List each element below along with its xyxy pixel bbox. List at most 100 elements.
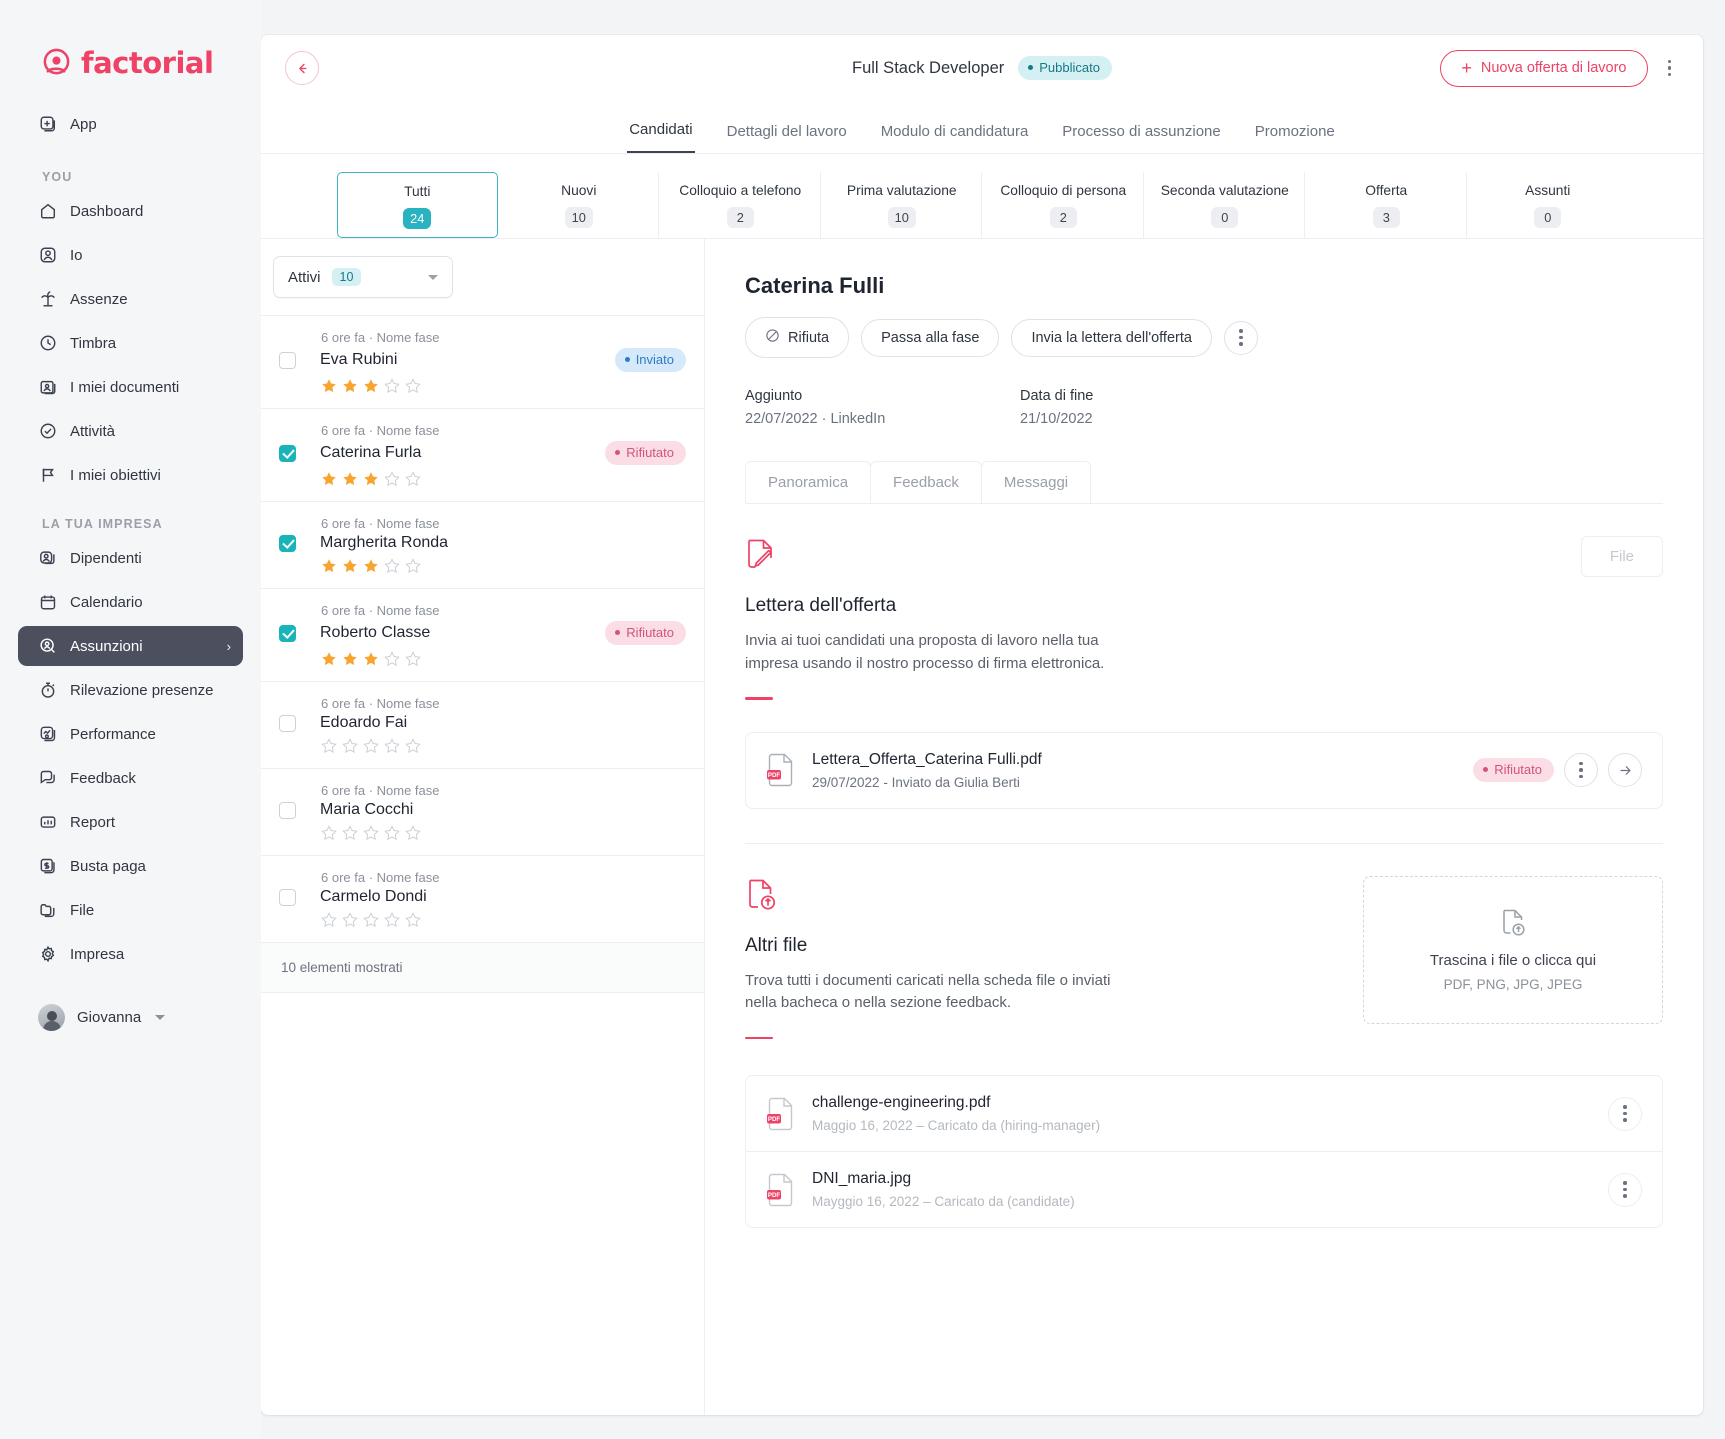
sub-tab-panoramica[interactable]: Panoramica [745,461,872,503]
sidebar-item-i-miei-obiettivi[interactable]: I miei obiettivi [18,455,243,495]
candidate-checkbox[interactable] [279,624,296,642]
sidebar-item-attivita[interactable]: Attività [18,411,243,451]
candidate-checkbox[interactable] [279,888,296,906]
sidebar-item-label: I miei obiettivi [70,466,161,484]
rating-stars[interactable] [321,912,686,928]
active-filter-select[interactable]: Attivi 10 [273,256,453,298]
file-button[interactable]: File [1580,536,1663,577]
sidebar-item-timbra[interactable]: Timbra [18,323,243,363]
sidebar-item-dashboard[interactable]: Dashboard [18,191,243,231]
star-icon [405,471,421,487]
tab-processo-di-assunzione[interactable]: Processo di assunzione [1060,123,1222,153]
sub-tab-feedback[interactable]: Feedback [870,461,982,503]
sidebar-item-assenze[interactable]: Assenze [18,279,243,319]
next-stage-button[interactable]: Passa alla fase [861,318,1000,357]
status-badge-label: Inviato [635,352,674,367]
star-icon [363,558,379,574]
candidate-name: Caterina Furla [320,444,422,461]
reject-button[interactable]: Rifiuta [745,317,850,358]
plus-icon: + [1461,57,1472,78]
stage-count: 10 [564,207,593,228]
offer-file-more-button[interactable] [1564,753,1598,787]
stage-colloquio-di-persona[interactable]: Colloquio di persona 2 [984,172,1144,238]
file-more-button[interactable] [1608,1096,1642,1131]
sidebar-item-file[interactable]: File [18,890,243,930]
offer-file-card[interactable]: PDF Lettera_Offerta_Caterina Fulli.pdf 2… [745,731,1663,809]
candidate-checkbox[interactable] [279,351,296,369]
header-more-icon[interactable] [1660,54,1680,83]
sidebar-item-busta-paga[interactable]: Busta paga [18,846,243,886]
stage-assunti[interactable]: Assunti 0 [1468,172,1627,238]
sidebar-item-calendario[interactable]: Calendario [18,582,243,622]
tab-modulo-di-candidatura[interactable]: Modulo di candidatura [879,123,1031,153]
file-dropzone[interactable]: Trascina i file o clicca qui PDF, PNG, J… [1363,875,1663,1024]
stage-count: 3 [1372,207,1400,228]
sidebar-item-i-miei-documenti[interactable]: I miei documenti [18,367,243,407]
list-item[interactable]: 6 ore fa · Nome fase Caterina Furla Rifi… [261,409,704,502]
sidebar-item-impresa[interactable]: Impresa [18,934,243,974]
list-item[interactable]: PDF DNI_maria.jpg Mayggio 16, 2022 – Car… [746,1152,1662,1227]
rating-stars[interactable] [321,471,686,487]
tab-dettagli-del-lavoro[interactable]: Dettagli del lavoro [725,123,849,153]
tab-promozione[interactable]: Promozione [1253,123,1337,153]
new-job-offer-button[interactable]: + Nuova offerta di lavoro [1440,49,1648,87]
stage-tutti[interactable]: Tutti 24 [337,172,498,238]
candidate-list-pane: Attivi 10 6 ore fa · Nome fase Eva Rubin… [261,239,705,1415]
candidate-checkbox[interactable] [279,714,296,732]
status-badge: Rifiutato [1473,758,1554,782]
sidebar-item-io[interactable]: Io [18,235,243,275]
factorial-logo-icon [41,48,72,79]
rating-stars[interactable] [321,738,686,754]
stage-nuovi[interactable]: Nuovi 10 [499,172,659,238]
brand-logo[interactable]: factorial [18,0,243,80]
home-icon [38,202,57,221]
back-button[interactable] [285,51,319,85]
detail-more-button[interactable] [1223,320,1258,355]
status-badge: Inviato [614,348,686,372]
meta-end-label: Data di fine [1020,388,1094,404]
tab-candidati[interactable]: Candidati [627,121,695,153]
user-profile[interactable]: Giovanna [18,1004,243,1031]
list-item[interactable]: 6 ore fa · Nome fase Margherita Ronda [261,502,704,589]
stage-prima-valutazione[interactable]: Prima valutazione 10 [822,172,982,238]
pdf-file-icon: PDF [766,1172,796,1208]
sidebar-item-report[interactable]: Report [18,802,243,842]
chevron-down-icon [428,274,438,280]
candidate-checkbox[interactable] [279,801,296,819]
job-card: Full Stack Developer Pubblicato + Nuova … [261,35,1703,1415]
candidate-checkbox[interactable] [279,444,296,462]
rating-stars[interactable] [321,558,686,574]
page-title: Full Stack Developer [852,58,1005,77]
pdf-file-icon: PDF [766,1096,796,1132]
send-offer-letter-button[interactable]: Invia la lettera dell'offerta [1011,318,1212,357]
stage-offerta[interactable]: Offerta 3 [1307,172,1467,238]
sidebar-item-dipendenti[interactable]: Dipendenti [18,538,243,578]
sidebar-item-feedback[interactable]: Feedback [18,758,243,798]
rating-stars[interactable] [321,651,686,667]
sidebar-item-label: Assunzioni [70,637,143,655]
list-item[interactable]: 6 ore fa · Nome fase Carmelo Dondi [261,856,704,943]
new-job-offer-label: Nuova offerta di lavoro [1480,60,1627,76]
list-item[interactable]: 6 ore fa · Nome fase Eva Rubini Inviato [261,316,704,409]
list-item[interactable]: PDF challenge-engineering.pdf Maggio 16,… [746,1076,1662,1152]
candidate-checkbox[interactable] [279,534,296,552]
offer-file-open-button[interactable] [1608,753,1642,787]
upload-file-icon [1498,907,1528,944]
sidebar-item-assunzioni[interactable]: Assunzioni › [18,626,243,666]
list-item[interactable]: 6 ore fa · Nome fase Edoardo Fai [261,682,704,769]
list-item[interactable]: 6 ore fa · Nome fase Maria Cocchi [261,769,704,856]
rating-stars[interactable] [321,378,686,394]
rating-stars[interactable] [321,825,686,841]
stage-colloquio-a-telefono[interactable]: Colloquio a telefono 2 [661,172,821,238]
sidebar-item-performance[interactable]: Performance [18,714,243,754]
status-dot-icon [615,630,621,635]
section-rule [745,697,773,700]
file-more-button[interactable] [1608,1172,1642,1207]
list-item[interactable]: 6 ore fa · Nome fase Roberto Classe Rifi… [261,589,704,682]
sidebar-item-rilevazione-presenze[interactable]: Rilevazione presenze [18,670,243,710]
sidebar-item-app[interactable]: App [18,104,243,144]
stage-seconda-valutazione[interactable]: Seconda valutazione 0 [1145,172,1305,238]
chevron-down-icon[interactable] [155,1015,166,1020]
star-icon [405,825,421,841]
sub-tab-messaggi[interactable]: Messaggi [980,461,1092,503]
